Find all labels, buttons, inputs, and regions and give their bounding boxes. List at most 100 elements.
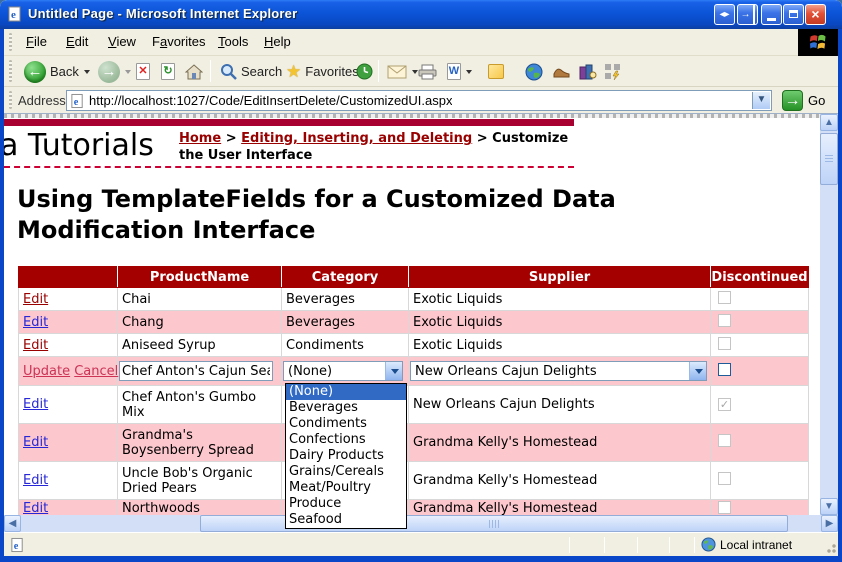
menu-edit[interactable]: Edit (58, 29, 96, 55)
cell-product: Chai (118, 288, 282, 311)
forward-button[interactable]: → (98, 59, 131, 84)
scroll-down-button[interactable]: ▼ (820, 498, 838, 515)
history-button[interactable] (356, 59, 373, 84)
dropdown-option[interactable]: Confections (286, 432, 406, 448)
table-row: Edit Grandma's Boysenberry Spread Grandm… (19, 424, 809, 462)
maximize-icon (789, 10, 798, 18)
window-border-bottom (0, 556, 842, 562)
address-label: Address (18, 93, 66, 108)
scroll-right-button[interactable]: ▶ (821, 515, 838, 532)
address-bar: Address e http://localhost:1027/Code/Edi… (4, 87, 838, 114)
menu-help[interactable]: Help (256, 29, 299, 55)
dropdown-option[interactable]: (None) (286, 384, 406, 400)
menu-view[interactable]: View (100, 29, 144, 55)
table-row: Edit Aniseed Syrup Condiments Exotic Liq… (19, 334, 809, 357)
edit-link[interactable]: Edit (23, 315, 48, 330)
discontinued-checkbox (718, 501, 731, 514)
dropdown-option[interactable]: Meat/Poultry (286, 480, 406, 496)
address-input[interactable]: e http://localhost:1027/Code/EditInsertD… (66, 90, 772, 111)
statusbar-divider (669, 537, 670, 553)
dropdown-option[interactable]: Grains/Cereals (286, 464, 406, 480)
window-border-left (0, 29, 4, 556)
cell-category: Beverages (282, 288, 409, 311)
edit-with-word-button[interactable]: W (447, 59, 472, 84)
menu-file[interactable]: File (18, 29, 55, 55)
horizontal-scrollbar[interactable]: ◀ ▶ (4, 515, 838, 532)
addressbar-grip[interactable] (9, 91, 12, 109)
edit-link[interactable]: Edit (23, 501, 48, 515)
cell-product: Uncle Bob's Organic Dried Pears (118, 462, 282, 500)
forward-dropdown-icon (125, 70, 131, 74)
vertical-scroll-thumb[interactable] (820, 133, 838, 185)
edit-link[interactable]: Edit (23, 397, 48, 412)
cancel-link[interactable]: Cancel (74, 364, 118, 379)
discuss-button[interactable] (488, 59, 504, 84)
edit-dropdown-icon[interactable] (466, 70, 472, 74)
edit-word-icon: W (447, 63, 461, 80)
svg-text:e: e (11, 9, 16, 21)
dropdown-option[interactable]: Condiments (286, 416, 406, 432)
supplier-select[interactable]: New Orleans Cajun Delights (410, 361, 707, 381)
select-arrow-icon[interactable] (689, 362, 706, 380)
product-name-input[interactable] (119, 361, 273, 381)
exit-window-button[interactable]: → (737, 4, 758, 25)
breadcrumb-separator: > (221, 131, 241, 146)
go-arrow-icon: → (782, 90, 803, 111)
maximize-button[interactable] (783, 4, 804, 25)
chevron-down-icon: ▼ (757, 94, 767, 105)
header-maroon-bar (4, 119, 574, 126)
back-dropdown-icon[interactable] (84, 70, 90, 74)
breadcrumb-section-link[interactable]: Editing, Inserting, and Deleting (241, 131, 472, 146)
minimize-icon (767, 18, 776, 21)
breadcrumb-home-link[interactable]: Home (179, 131, 221, 146)
research-button[interactable] (579, 59, 597, 84)
cell-category: Condiments (282, 334, 409, 357)
category-select[interactable]: (None) (283, 361, 403, 381)
toolbar-separator (378, 60, 379, 82)
search-button[interactable]: Search (220, 59, 282, 84)
mail-button[interactable] (387, 59, 418, 84)
messenger-button[interactable] (604, 59, 621, 84)
select-arrow-icon[interactable] (385, 362, 402, 380)
close-icon: × (811, 6, 819, 22)
cell-product: Chang (118, 311, 282, 334)
msn-globe-button[interactable] (525, 59, 543, 84)
stop-button[interactable]: ✕ (136, 59, 150, 84)
address-dropdown-button[interactable]: ▼ (752, 92, 770, 109)
menu-tools[interactable]: Tools (210, 29, 256, 55)
home-button[interactable] (185, 59, 203, 84)
dropdown-option[interactable]: Beverages (286, 400, 406, 416)
minimize-button[interactable] (761, 4, 782, 25)
edit-link[interactable]: Edit (23, 435, 48, 450)
edit-link[interactable]: Edit (23, 473, 48, 488)
favorites-star-icon: ★ (286, 62, 301, 82)
scroll-up-button[interactable]: ▲ (820, 114, 838, 131)
resize-grip[interactable] (823, 540, 836, 553)
discontinued-checkbox (718, 314, 731, 327)
menubar-grip[interactable] (9, 33, 12, 51)
scroll-left-button[interactable]: ◀ (4, 515, 21, 532)
red-dashed-divider (4, 166, 574, 168)
menu-favorites[interactable]: Favorites (144, 29, 213, 55)
dropdown-option[interactable]: Seafood (286, 512, 406, 528)
vertical-scrollbar[interactable]: ▲ ▼ (820, 114, 838, 515)
favorites-button[interactable]: ★ Favorites (286, 59, 359, 84)
edit-link[interactable]: Edit (23, 338, 48, 353)
table-header-row: ProductName Category Supplier Discontinu… (19, 267, 809, 288)
close-button[interactable]: × (805, 4, 826, 25)
refresh-button[interactable]: ↻ (161, 59, 175, 84)
update-link[interactable]: Update (23, 364, 70, 379)
toolbar-grip[interactable] (9, 60, 12, 82)
print-button[interactable] (418, 59, 437, 84)
shoe-button[interactable] (552, 59, 571, 84)
discontinued-checkbox[interactable] (718, 363, 731, 376)
dropdown-option[interactable]: Produce (286, 496, 406, 512)
swap-arrows-button[interactable]: ◂▸ (714, 4, 735, 25)
go-button[interactable]: → Go (782, 90, 825, 111)
edit-link[interactable]: Edit (23, 292, 48, 307)
back-button[interactable]: ← Back (24, 59, 90, 84)
messenger-icon (604, 63, 621, 80)
discontinued-checkbox (718, 291, 731, 304)
column-header-category: Category (282, 267, 409, 288)
dropdown-option[interactable]: Dairy Products (286, 448, 406, 464)
